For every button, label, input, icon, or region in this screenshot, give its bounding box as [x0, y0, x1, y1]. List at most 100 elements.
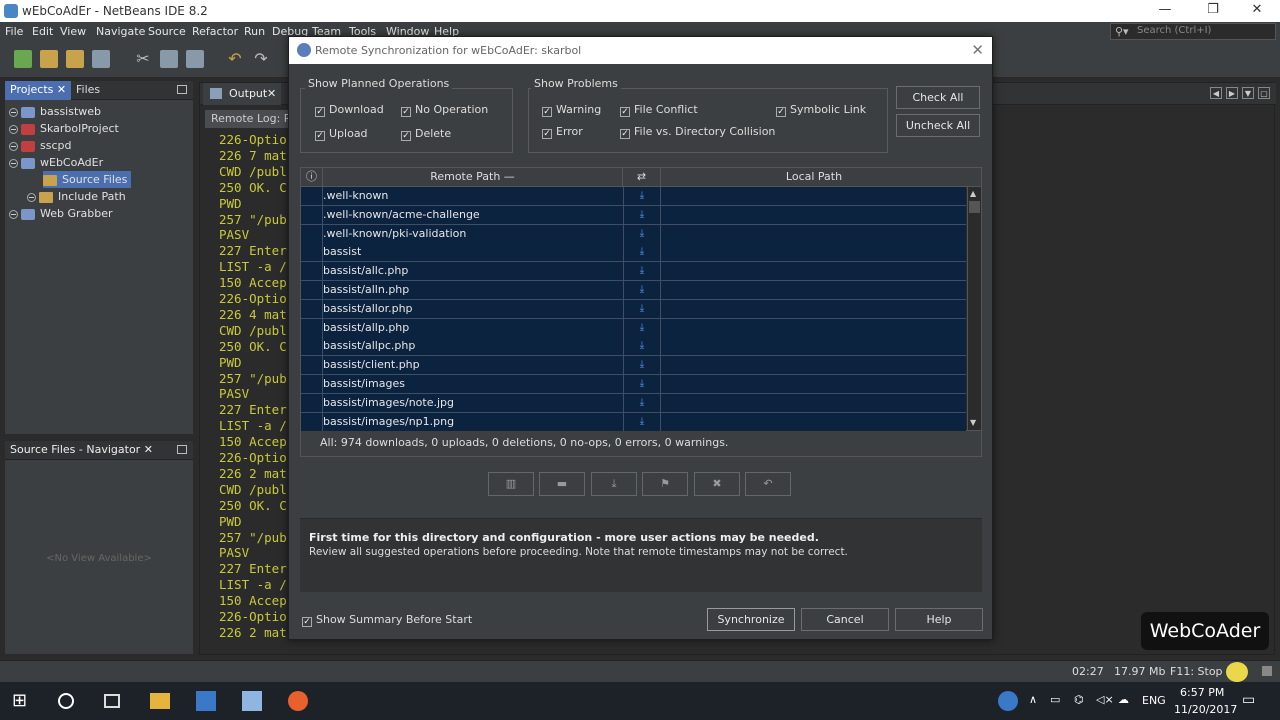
- download-operation-icon[interactable]: ⤓: [623, 337, 661, 356]
- no-operation-button[interactable]: ▬: [539, 472, 585, 496]
- download-button[interactable]: ⤓: [591, 472, 637, 496]
- download-operation-icon[interactable]: ⤓: [623, 281, 661, 299]
- open-project-icon[interactable]: [66, 50, 84, 68]
- new-file-icon[interactable]: [14, 50, 32, 68]
- volume-icon[interactable]: ◁×: [1096, 693, 1114, 706]
- download-operation-icon[interactable]: ⤓: [623, 243, 661, 262]
- tree-item-skarbolproject[interactable]: SkarbolProject: [9, 120, 119, 137]
- synchronize-button[interactable]: Synchronize: [707, 608, 795, 631]
- maximize-button[interactable]: ❐: [1190, 0, 1236, 22]
- show-summary-checkbox[interactable]: ✓ Show Summary Before Start: [302, 613, 472, 627]
- stop-progress-icon[interactable]: [1262, 666, 1272, 676]
- tab-output[interactable]: Output ✕: [203, 83, 281, 105]
- check-all-button[interactable]: Check All: [896, 86, 980, 109]
- table-row[interactable]: bassist/images/note.jpg ⤓: [301, 393, 966, 413]
- scroll-down-icon[interactable]: ▼: [970, 418, 976, 427]
- menu-source[interactable]: Source: [148, 25, 186, 38]
- clock-date[interactable]: 11/20/2017: [1174, 703, 1237, 716]
- menu-edit[interactable]: Edit: [32, 25, 53, 38]
- cortana-search-icon[interactable]: [58, 693, 74, 709]
- scroll-right-icon[interactable]: ▶: [1226, 87, 1238, 99]
- download-operation-icon[interactable]: ⤓: [623, 318, 661, 337]
- table-scrollbar[interactable]: ▲ ▼: [967, 187, 981, 430]
- local-path-column[interactable]: Local Path: [661, 168, 967, 187]
- firefox-icon[interactable]: [288, 691, 308, 711]
- menu-run[interactable]: Run: [244, 25, 265, 38]
- delete-button[interactable]: ✖: [694, 472, 740, 496]
- help-tray-icon[interactable]: [998, 691, 1018, 711]
- close-tab-icon[interactable]: ✕: [57, 83, 66, 96]
- dialog-close-icon[interactable]: ✕: [971, 41, 984, 59]
- table-row[interactable]: bassist/allc.php ⤓: [301, 262, 966, 282]
- warning-checkbox[interactable]: ✓ Warning: [542, 103, 601, 117]
- file-conflict-checkbox[interactable]: ✓ File Conflict: [620, 103, 698, 117]
- tab-projects[interactable]: Projects ✕: [5, 81, 72, 100]
- copy-icon[interactable]: [160, 50, 178, 68]
- symbolic-link-checkbox[interactable]: ✓ Symbolic Link: [776, 103, 866, 117]
- table-row[interactable]: bassist/images ⤓: [301, 375, 966, 394]
- table-row[interactable]: .well-known/acme-challenge ⤓: [301, 205, 966, 225]
- language-indicator[interactable]: ENG: [1142, 694, 1166, 707]
- menu-navigate[interactable]: Navigate: [96, 25, 145, 38]
- download-operation-icon[interactable]: ⤓: [623, 375, 661, 393]
- minimize-panel-icon[interactable]: [177, 85, 187, 94]
- table-row[interactable]: bassist/images/np1.png ⤓: [301, 412, 966, 432]
- tree-item-web-grabber[interactable]: Web Grabber: [9, 205, 113, 222]
- show-opened-icon[interactable]: ▼: [1242, 87, 1254, 99]
- expand-icon[interactable]: [9, 124, 18, 134]
- expand-icon[interactable]: [9, 209, 18, 219]
- task-view-icon[interactable]: [104, 694, 120, 708]
- file-dir-collision-checkbox[interactable]: ✓ File vs. Directory Collision: [620, 125, 775, 139]
- reset-button[interactable]: ↶: [745, 472, 791, 496]
- tree-item-include-path[interactable]: Include Path: [27, 188, 126, 205]
- download-operation-icon[interactable]: ⤓: [623, 187, 661, 205]
- table-row[interactable]: bassist ⤓: [301, 243, 966, 263]
- undo-icon[interactable]: ↶: [226, 50, 244, 68]
- download-operation-icon[interactable]: ⤓: [623, 393, 661, 412]
- info-column-icon[interactable]: ⓘ: [301, 168, 323, 187]
- download-checkbox[interactable]: ✓ Download: [315, 103, 384, 117]
- save-all-icon[interactable]: [92, 50, 110, 68]
- tree-item-sscpd[interactable]: sscpd: [9, 137, 71, 154]
- cancel-button[interactable]: Cancel: [801, 608, 889, 631]
- table-row[interactable]: bassist/client.php ⤓: [301, 356, 966, 376]
- table-row[interactable]: bassist/alln.php ⤓: [301, 281, 966, 300]
- menu-file[interactable]: File: [5, 25, 23, 38]
- scroll-up-icon[interactable]: ▲: [970, 189, 976, 198]
- remote-path-column[interactable]: Remote Path —: [323, 168, 623, 187]
- minimize-panel-icon[interactable]: [177, 445, 187, 454]
- maximize-panel-icon[interactable]: ▢: [1258, 87, 1270, 99]
- delete-checkbox[interactable]: ✓ Delete: [401, 127, 451, 141]
- download-operation-icon[interactable]: ⤓: [623, 205, 661, 224]
- minimize-button[interactable]: —: [1142, 0, 1188, 22]
- download-operation-icon[interactable]: ⤓: [623, 356, 661, 375]
- close-tab-icon[interactable]: ✕: [144, 443, 153, 456]
- network-icon[interactable]: ⌬: [1074, 693, 1084, 706]
- menu-refactor[interactable]: Refactor: [192, 25, 238, 38]
- expand-icon[interactable]: [9, 107, 18, 117]
- expand-icon[interactable]: [9, 141, 18, 151]
- paste-icon[interactable]: [186, 50, 204, 68]
- progress-pause-icon[interactable]: [1226, 662, 1248, 682]
- table-row[interactable]: .well-known ⤓: [301, 187, 966, 206]
- table-row[interactable]: bassist/allpc.php ⤓: [301, 337, 966, 357]
- operation-column-icon[interactable]: ⇄: [623, 168, 661, 187]
- netbeans-taskbar-icon[interactable]: [242, 691, 262, 711]
- table-row[interactable]: .well-known/pki-validation ⤓: [301, 224, 966, 244]
- table-row[interactable]: bassist/allor.php ⤓: [301, 299, 966, 319]
- tab-navigator[interactable]: Source Files - Navigator ✕: [5, 441, 158, 460]
- status-stop[interactable]: F11: Stop: [1170, 665, 1223, 678]
- upload-button[interactable]: ⚑: [642, 472, 688, 496]
- menu-view[interactable]: View: [60, 25, 86, 38]
- scroll-left-icon[interactable]: ◀: [1210, 87, 1222, 99]
- tree-item-webcoader[interactable]: wEbCoAdEr: [9, 154, 103, 171]
- tree-item-bassistweb[interactable]: bassistweb: [9, 103, 101, 120]
- download-operation-icon[interactable]: ⤓: [623, 262, 661, 281]
- uncheck-all-button[interactable]: Uncheck All: [896, 114, 980, 137]
- expand-icon[interactable]: [27, 192, 36, 202]
- remote-log-tab[interactable]: Remote Log: R: [205, 110, 295, 128]
- upload-checkbox[interactable]: ✓ Upload: [315, 127, 368, 141]
- redo-icon[interactable]: ↷: [252, 50, 270, 68]
- store-icon[interactable]: [196, 691, 216, 711]
- new-project-icon[interactable]: [40, 50, 58, 68]
